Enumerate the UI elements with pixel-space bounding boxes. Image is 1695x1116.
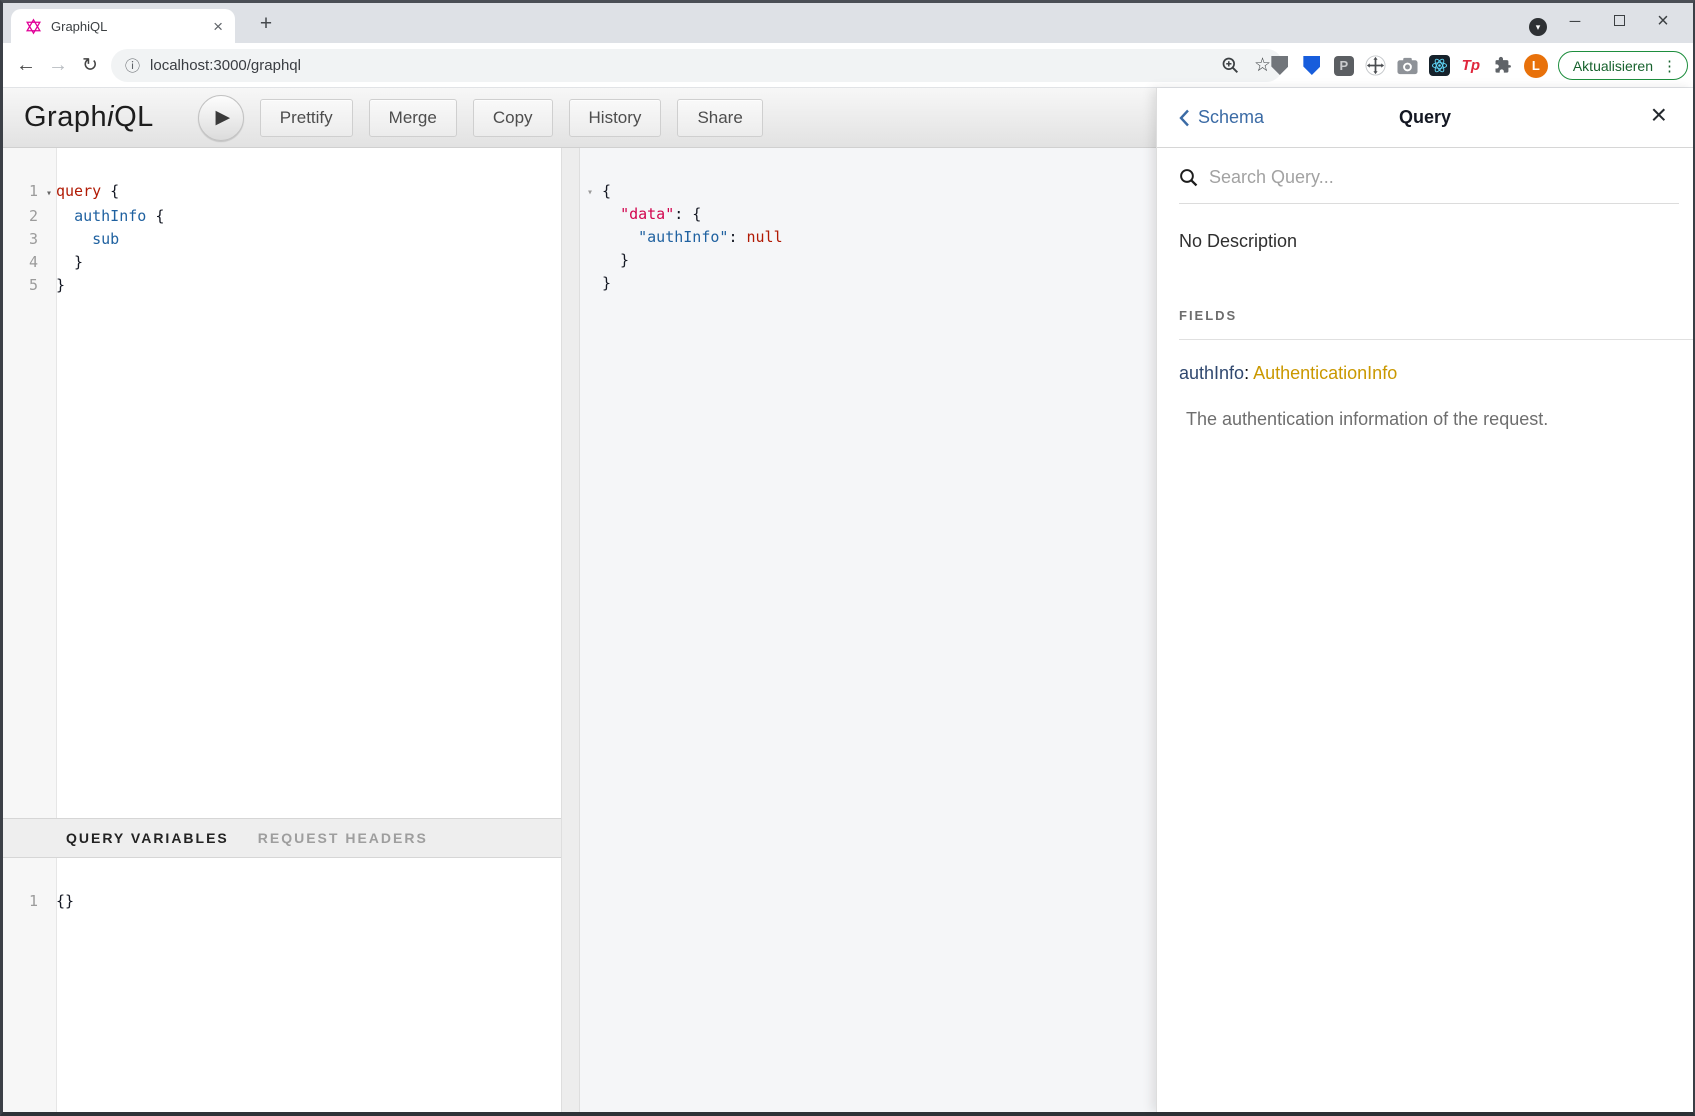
- fold-arrow-icon[interactable]: ▾: [587, 181, 593, 204]
- fold-arrow-icon[interactable]: ▾: [43, 182, 55, 205]
- chrome-status-badge-icon[interactable]: ▾: [1529, 18, 1547, 36]
- code-line: 3 sub: [3, 228, 561, 251]
- play-icon: ▶: [215, 106, 230, 129]
- maximize-button[interactable]: [1597, 13, 1641, 30]
- code-line: 2 authInfo {: [3, 205, 561, 228]
- new-tab-button[interactable]: +: [253, 11, 279, 37]
- type-description: No Description: [1179, 231, 1693, 252]
- move-tool-extension-icon[interactable]: [1365, 55, 1387, 77]
- doc-title: Query: [1157, 107, 1693, 128]
- line-number: 5: [3, 274, 43, 297]
- window-controls: ─ ×: [1553, 5, 1685, 37]
- doc-search-row: [1179, 148, 1679, 204]
- query-variables-editor[interactable]: 1{}: [3, 858, 561, 1112]
- tab-strip: GraphiQL × + ▾ ─ ×: [3, 3, 1693, 43]
- graphiql-logo: GraphiQL: [24, 101, 154, 134]
- code-line: }: [601, 272, 1156, 295]
- history-button[interactable]: History: [569, 99, 662, 137]
- extensions-row: P: [1269, 43, 1688, 88]
- browser-tab[interactable]: GraphiQL ×: [11, 9, 235, 43]
- code-line: "data": {: [601, 203, 1156, 226]
- react-devtools-extension-icon[interactable]: [1429, 55, 1450, 76]
- code-line: 1▾query {: [3, 180, 561, 205]
- p-extension-icon[interactable]: P: [1333, 55, 1355, 77]
- minimize-button[interactable]: ─: [1553, 13, 1597, 30]
- address-bar[interactable]: ⓘ ☆: [111, 49, 1283, 82]
- field-row: authInfo: AuthenticationInfo: [1179, 363, 1693, 384]
- query-editor[interactable]: 1▾query {2 authInfo {3 sub4 }5}: [3, 148, 561, 818]
- update-button-label: Aktualisieren: [1573, 58, 1653, 74]
- ublock-extension-icon[interactable]: [1269, 55, 1291, 77]
- screenshot-camera-extension-icon[interactable]: [1397, 55, 1419, 77]
- zoom-icon[interactable]: [1221, 56, 1240, 75]
- tp-extension-icon[interactable]: Tp: [1460, 55, 1482, 77]
- doc-close-icon[interactable]: ×: [1651, 101, 1667, 129]
- bitwarden-extension-icon[interactable]: [1301, 55, 1323, 77]
- line-number: 1: [3, 180, 43, 203]
- fields-divider: [1179, 339, 1693, 340]
- tab-title: GraphiQL: [51, 19, 211, 34]
- graphql-favicon: [25, 18, 42, 35]
- forward-icon[interactable]: →: [43, 43, 73, 88]
- line-number: 2: [3, 205, 43, 228]
- browser-menu-icon[interactable]: ⋮: [1662, 57, 1677, 75]
- code-line: }: [601, 249, 1156, 272]
- graphiql-toolbar: GraphiQL ▶ Prettify Merge Copy History S…: [3, 88, 1156, 148]
- field-separator: :: [1244, 363, 1249, 383]
- execute-query-button[interactable]: ▶: [198, 95, 244, 141]
- copy-button[interactable]: Copy: [473, 99, 553, 137]
- tab-close-icon[interactable]: ×: [211, 18, 225, 35]
- fields-heading: FIELDS: [1179, 308, 1693, 323]
- window-close-button[interactable]: ×: [1641, 10, 1685, 33]
- merge-button[interactable]: Merge: [369, 99, 457, 137]
- reload-icon[interactable]: ↻: [75, 43, 105, 88]
- profile-avatar[interactable]: L: [1524, 54, 1548, 78]
- url-input[interactable]: [150, 57, 1221, 74]
- doc-explorer-header: Schema Query ×: [1157, 88, 1693, 148]
- tab-query-variables[interactable]: QUERY VARIABLES: [66, 830, 229, 846]
- doc-explorer: Schema Query × No Description FIELDS aut…: [1156, 88, 1693, 1112]
- code-line: 1{}: [3, 890, 561, 913]
- doc-search-input[interactable]: [1209, 167, 1609, 188]
- line-number: 1: [3, 890, 43, 913]
- prettify-button[interactable]: Prettify: [260, 99, 353, 137]
- site-info-icon[interactable]: ⓘ: [125, 55, 140, 76]
- field-type-link[interactable]: AuthenticationInfo: [1253, 363, 1397, 383]
- field-description: The authentication information of the re…: [1186, 409, 1693, 430]
- browser-window: GraphiQL × + ▾ ─ × ← → ↻ ⓘ ☆: [0, 0, 1695, 1116]
- browser-update-button[interactable]: Aktualisieren ⋮: [1558, 51, 1688, 80]
- code-line: "authInfo": null: [601, 226, 1156, 249]
- line-number: 4: [3, 251, 43, 274]
- back-icon[interactable]: ←: [11, 43, 41, 88]
- share-button[interactable]: Share: [677, 99, 762, 137]
- code-line: 4 }: [3, 251, 561, 274]
- tab-request-headers[interactable]: REQUEST HEADERS: [258, 830, 428, 846]
- line-number: 3: [3, 228, 43, 251]
- code-line: 5}: [3, 274, 561, 297]
- pane-resize-handle[interactable]: [561, 148, 580, 1112]
- extensions-puzzle-icon[interactable]: [1492, 55, 1514, 77]
- variables-tab-bar: QUERY VARIABLES REQUEST HEADERS: [3, 818, 561, 858]
- field-name-link[interactable]: authInfo: [1179, 363, 1244, 383]
- browser-navbar: ← → ↻ ⓘ ☆ P: [3, 43, 1693, 88]
- code-line: ▾{: [601, 180, 1156, 203]
- result-viewer: ▾{ "data": { "authInfo": null }}: [580, 148, 1156, 1112]
- search-icon: [1179, 168, 1198, 187]
- doc-body: No Description FIELDS authInfo: Authenti…: [1157, 204, 1693, 1112]
